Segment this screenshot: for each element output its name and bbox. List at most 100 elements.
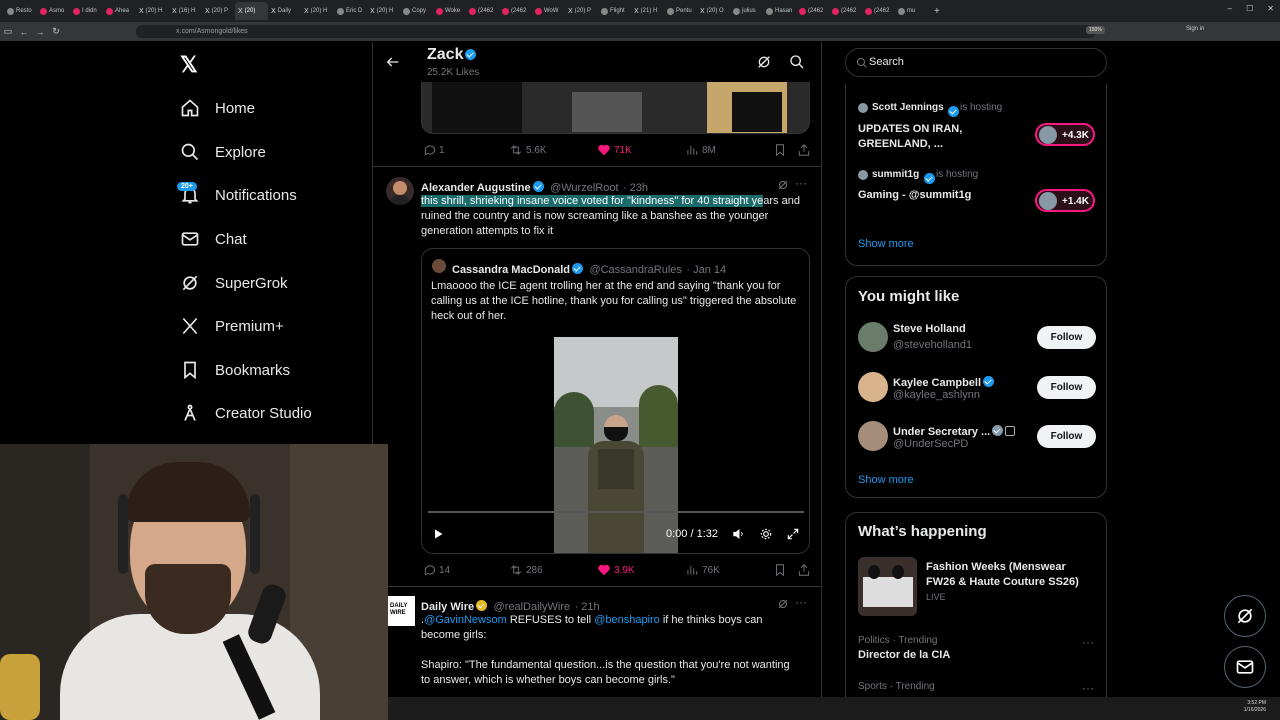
browser-tab[interactable]: Copy (400, 2, 433, 20)
nav-chat[interactable]: Chat (180, 224, 247, 254)
space-listeners-pill[interactable]: +4.3K (1035, 123, 1095, 146)
quoted-tweet[interactable]: Cassandra MacDonald @CassandraRules · Ja… (421, 248, 810, 554)
more-options-icon[interactable]: ··· (1082, 635, 1094, 649)
x-logo-icon[interactable]: 𝕏 (180, 52, 198, 78)
tweet-time[interactable]: · 23h (623, 182, 648, 194)
space-title[interactable]: UPDATES ON IRAN, GREENLAND, ... (858, 122, 1008, 152)
new-tab-icon[interactable]: + (928, 6, 946, 17)
sign-in-button[interactable]: Sign in (1186, 26, 1204, 32)
browser-tab[interactable]: WoW (532, 2, 565, 20)
browser-tab[interactable]: X (16) H (169, 2, 202, 20)
space-listeners-pill[interactable]: +1.4K (1035, 189, 1095, 212)
show-more-link[interactable]: Show more (858, 474, 914, 486)
sidebar-toggle-icon[interactable]: ▭ (0, 26, 16, 37)
messages-floating-button[interactable] (1224, 646, 1266, 688)
follow-button[interactable]: Follow (1037, 326, 1096, 349)
nav-home[interactable]: Home (180, 93, 255, 123)
suggested-user[interactable]: Kaylee Campbell @kaylee_ashlynn Follow (846, 371, 1108, 407)
nav-premium[interactable]: Premium+ (180, 311, 284, 341)
play-icon[interactable] (432, 528, 444, 540)
back-arrow-icon[interactable] (385, 54, 401, 70)
grok-icon[interactable] (756, 54, 772, 70)
heart-icon[interactable] (597, 143, 611, 157)
browser-tab[interactable]: Resto (4, 2, 37, 20)
share-icon[interactable] (797, 143, 811, 157)
browser-tab[interactable]: X (20) H (367, 2, 400, 20)
video-player[interactable]: 0:00 / 1:32 (422, 335, 809, 553)
browser-tab[interactable]: Hasan (763, 2, 796, 20)
bookmark-icon[interactable] (773, 143, 787, 157)
reload-icon[interactable]: ↻ (48, 26, 64, 37)
browser-tab[interactable]: X (20) P (565, 2, 598, 20)
follow-button[interactable]: Follow (1037, 425, 1096, 448)
volume-icon[interactable] (732, 527, 746, 541)
author-name[interactable]: Alexander Augustine (421, 182, 531, 194)
browser-tab[interactable]: (2462 (829, 2, 862, 20)
reply-icon[interactable] (423, 143, 437, 157)
grok-icon[interactable] (777, 179, 789, 191)
zoom-badge[interactable]: 150% (1086, 26, 1105, 34)
more-options-icon[interactable]: ··· (1082, 681, 1094, 695)
browser-tab[interactable]: julius (730, 2, 763, 20)
bookmark-icon[interactable] (773, 563, 787, 577)
system-tray-clock[interactable]: 3:52 PM 1/16/2026 (1244, 700, 1266, 714)
close-icon[interactable]: ✕ (1267, 4, 1274, 13)
tweet-media-image[interactable] (421, 82, 810, 134)
repost-icon[interactable] (509, 563, 523, 577)
maximize-icon[interactable]: ☐ (1246, 4, 1253, 13)
avatar[interactable] (386, 177, 414, 205)
tweet-time[interactable]: · 21h (575, 601, 600, 613)
browser-tab[interactable]: (2462 (499, 2, 532, 20)
mention-link[interactable]: @benshapiro (594, 614, 660, 626)
browser-tab[interactable]: Ahea (103, 2, 136, 20)
trend-item[interactable]: Sports · Trending ··· (846, 679, 1108, 699)
follow-button[interactable]: Follow (1037, 376, 1096, 399)
minimize-icon[interactable]: – (1228, 4, 1232, 13)
nav-notifications[interactable]: Notifications (180, 180, 297, 210)
forward-icon[interactable]: → (32, 27, 48, 37)
author-handle[interactable]: @WurzelRoot (550, 182, 618, 194)
browser-tab[interactable]: Pentu (664, 2, 697, 20)
show-more-link[interactable]: Show more (858, 238, 914, 250)
more-options-icon[interactable]: ··· (795, 595, 807, 609)
views-icon[interactable] (685, 143, 699, 157)
browser-tab[interactable]: (2462 (796, 2, 829, 20)
nav-explore[interactable]: Explore (180, 137, 266, 167)
avatar[interactable]: DAILY WIRE (388, 596, 415, 626)
more-options-icon[interactable]: ··· (795, 176, 807, 190)
address-bar[interactable]: x.com/Asmongold/likes (136, 25, 1096, 38)
browser-tab[interactable]: X (20) P (202, 2, 235, 20)
settings-gear-icon[interactable] (759, 527, 773, 541)
browser-tab[interactable]: (2462 (466, 2, 499, 20)
views-icon[interactable] (685, 563, 699, 577)
fullscreen-icon[interactable] (786, 527, 800, 541)
trend-item[interactable]: Fashion Weeks (Menswear FW26 & Haute Cou… (846, 557, 1108, 617)
search-icon[interactable] (789, 54, 805, 70)
browser-tab[interactable]: Eric D (334, 2, 367, 20)
search-input[interactable]: Search (845, 48, 1107, 77)
browser-tab[interactable]: X (20) (235, 2, 268, 20)
browser-tab[interactable]: X (20) H (301, 2, 334, 20)
browser-tab[interactable]: mu (895, 2, 928, 20)
browser-tab[interactable]: Woke (433, 2, 466, 20)
browser-tab[interactable]: X (20) H (136, 2, 169, 20)
browser-tab[interactable]: (2462 (862, 2, 895, 20)
nav-creator-studio[interactable]: Creator Studio (180, 398, 312, 428)
grok-floating-button[interactable] (1224, 595, 1266, 637)
browser-tab[interactable]: Asmo (37, 2, 70, 20)
browser-tab[interactable]: I didn (70, 2, 103, 20)
heart-icon[interactable] (597, 563, 611, 577)
author-handle[interactable]: @realDailyWire (494, 601, 571, 613)
repost-icon[interactable] (509, 143, 523, 157)
share-icon[interactable] (797, 563, 811, 577)
browser-tab[interactable]: X Daily (268, 2, 301, 20)
browser-tab[interactable]: Flight (598, 2, 631, 20)
browser-tab[interactable]: X (21) H (631, 2, 664, 20)
video-progress-track[interactable] (428, 511, 804, 513)
mention-link[interactable]: @GavinNewsom (424, 614, 507, 626)
author-name[interactable]: Daily Wire (421, 601, 474, 613)
back-icon[interactable]: ← (16, 27, 32, 37)
grok-icon[interactable] (777, 598, 789, 610)
nav-supergrok[interactable]: SuperGrok (180, 268, 288, 298)
suggested-user[interactable]: Steve Holland @steveholland1 Follow (846, 321, 1108, 357)
